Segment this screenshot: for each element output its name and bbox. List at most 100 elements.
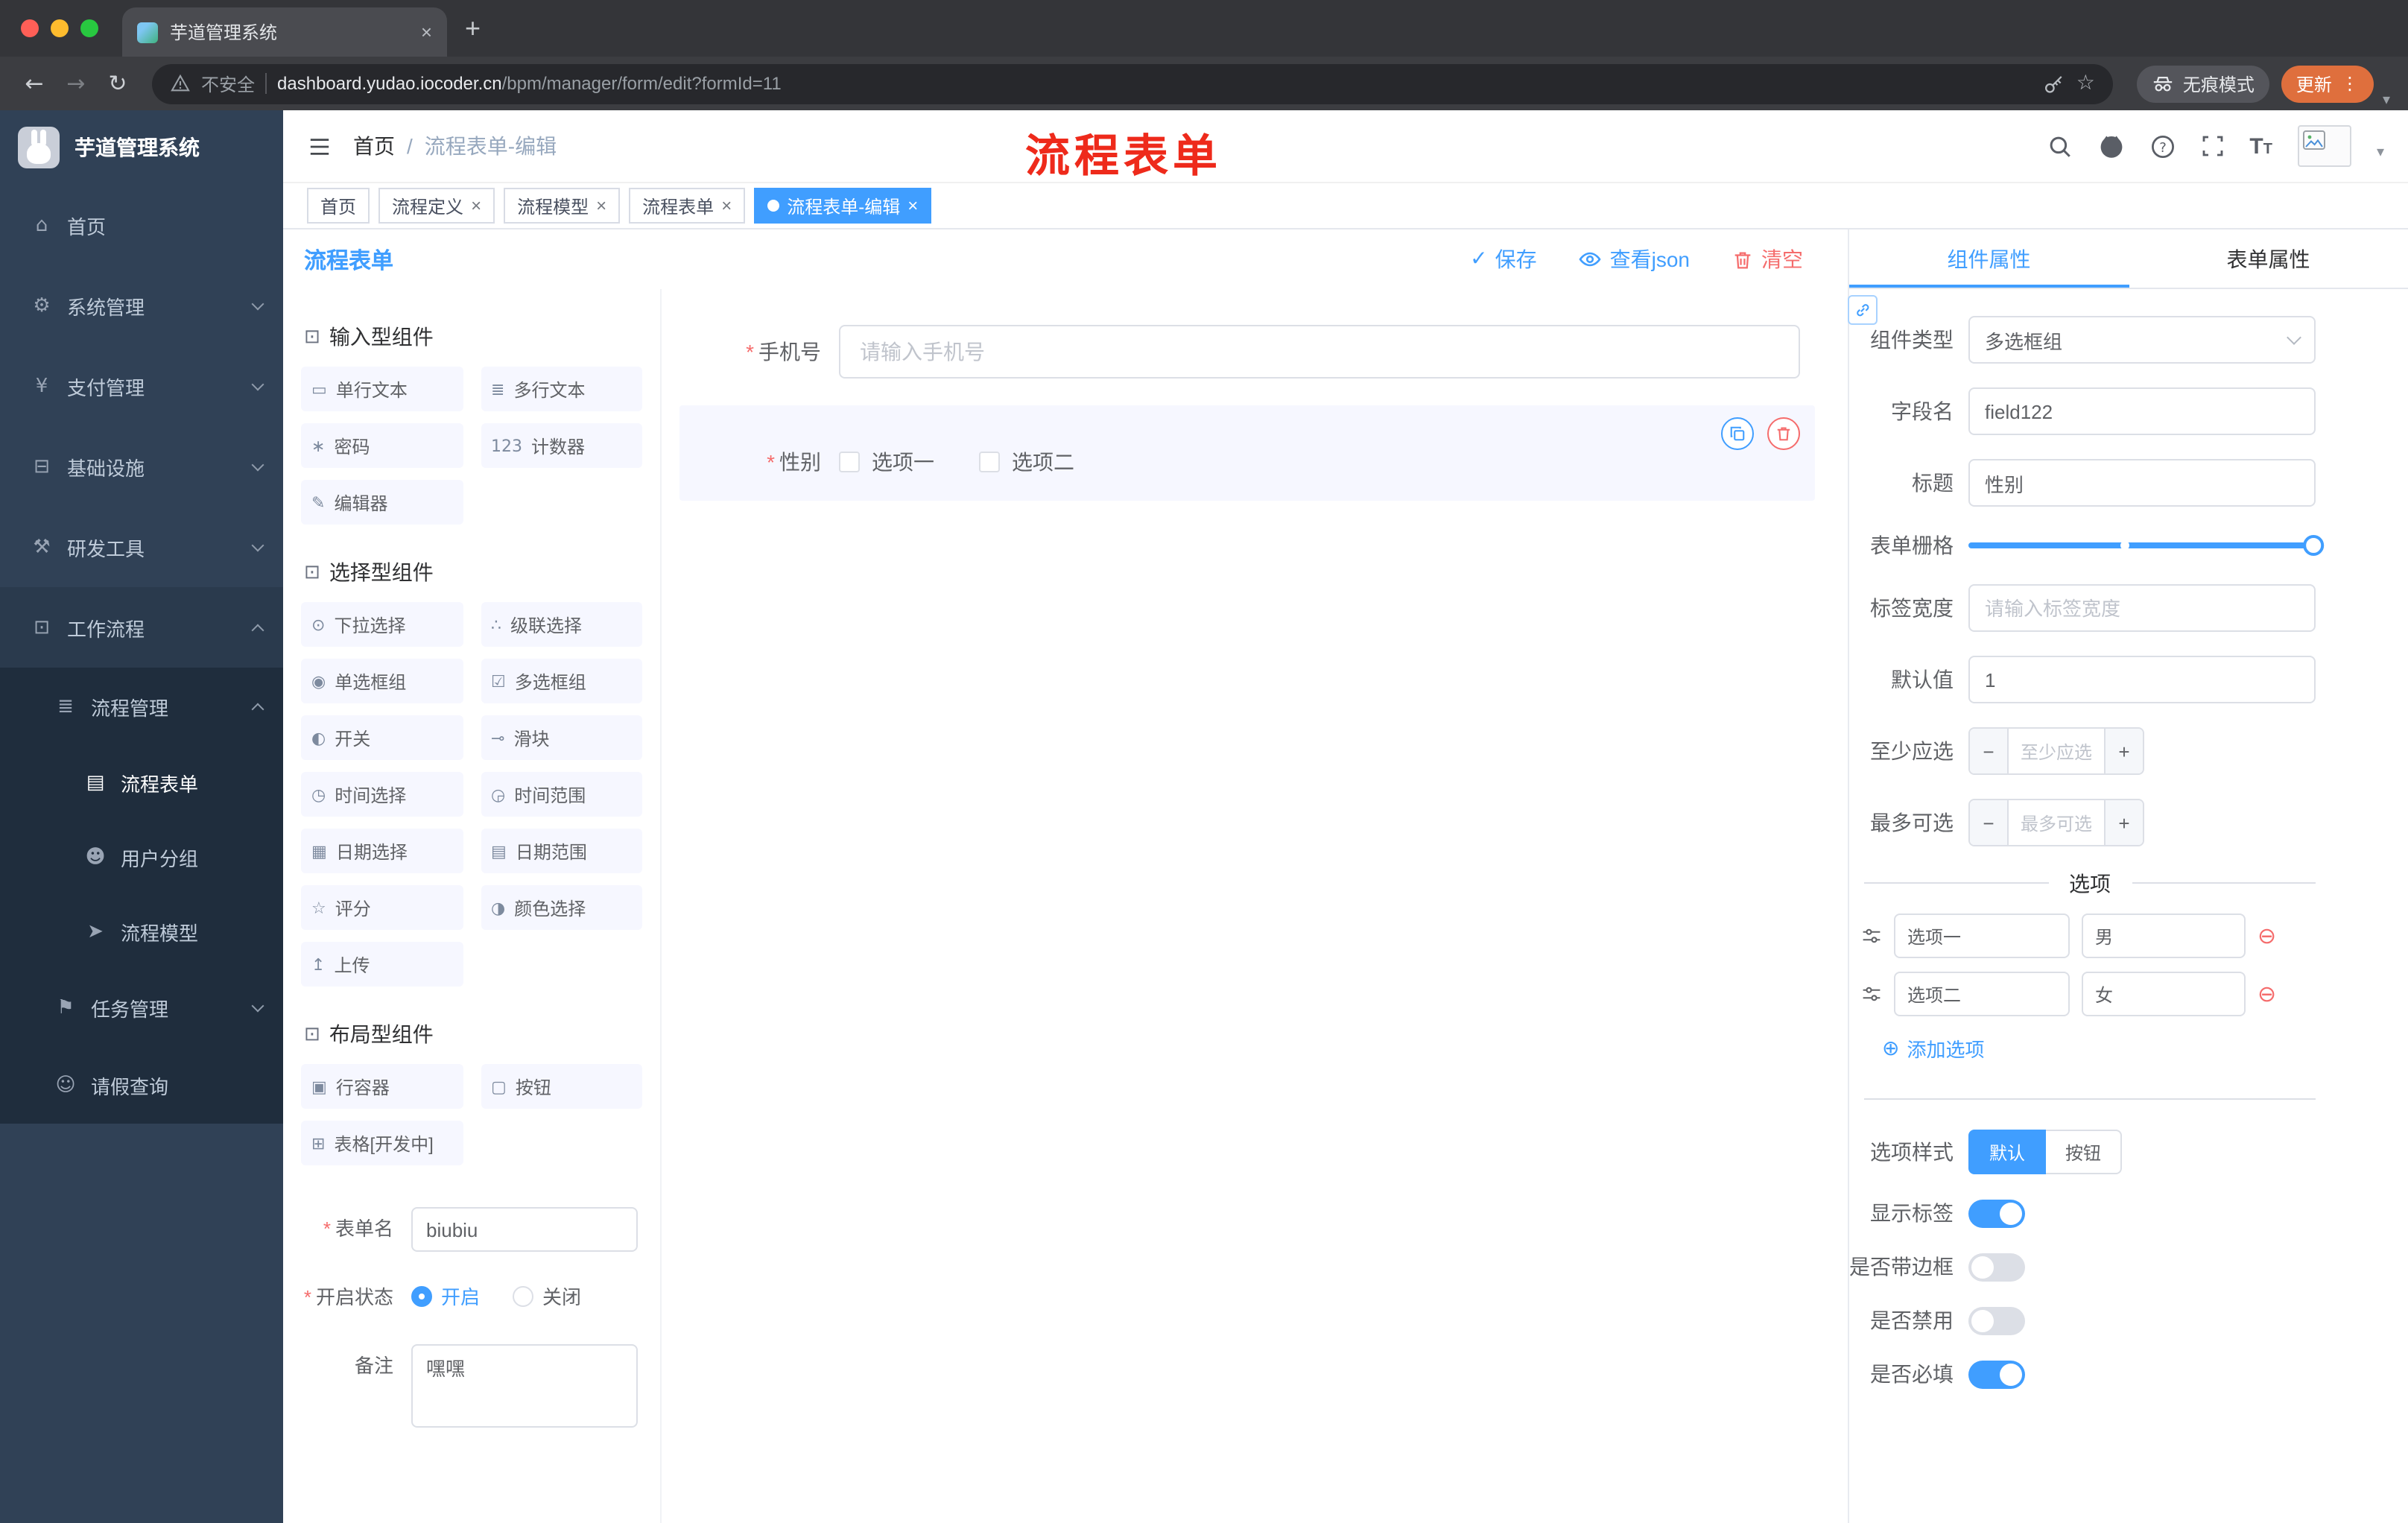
help-icon[interactable]: ? (2149, 133, 2175, 159)
tab-form-props[interactable]: 表单属性 (2129, 229, 2408, 288)
component-date-range[interactable]: ▤ 日期范围 (481, 829, 642, 873)
tag-close-icon[interactable]: × (907, 195, 918, 216)
component-multi-line-text[interactable]: ≣ 多行文本 (481, 367, 642, 411)
component-time-picker[interactable]: ◷ 时间选择 (301, 772, 463, 817)
remove-option-icon[interactable]: ⊖ (2258, 981, 2276, 1007)
avatar-caret-icon[interactable]: ▾ (2377, 145, 2384, 161)
tag-process-form-edit[interactable]: 流程表单-编辑 × (754, 188, 932, 224)
decrease-button[interactable]: − (1970, 800, 2009, 845)
sidebar-item-infrastructure[interactable]: ⊟ 基础设施 (0, 426, 283, 507)
component-radio-group[interactable]: ◉ 单选框组 (301, 659, 463, 703)
sidebar-item-workflow[interactable]: ⊡ 工作流程 (0, 587, 283, 668)
gender-option-1-checkbox[interactable]: 选项一 (839, 447, 934, 477)
security-label[interactable]: 不安全 (201, 71, 255, 96)
increase-button[interactable]: + (2104, 800, 2143, 845)
component-counter[interactable]: 123 计数器 (481, 423, 642, 468)
browser-menu-icon[interactable]: ⋮ (2341, 73, 2359, 94)
tab-component-props[interactable]: 组件属性 (1849, 229, 2129, 288)
component-upload[interactable]: ↥ 上传 (301, 942, 463, 987)
sidebar-item-system[interactable]: ⚙ 系统管理 (0, 265, 283, 346)
copy-item-button[interactable] (1721, 417, 1754, 450)
option-value-input[interactable] (2082, 914, 2246, 958)
save-button[interactable]: ✓ 保存 (1470, 244, 1536, 274)
tag-home[interactable]: 首页 (307, 188, 370, 224)
reload-button[interactable]: ↻ (98, 70, 137, 97)
canvas-item-phone[interactable]: 手机号 (679, 307, 1815, 396)
font-size-icon[interactable]: TT (2249, 135, 2272, 157)
url-text[interactable]: dashboard.yudao.iocoder.cn/bpm/manager/f… (277, 73, 2033, 94)
component-type-select[interactable]: 多选框组 (1968, 316, 2316, 364)
tab-close-icon[interactable]: × (421, 21, 432, 43)
new-tab-button[interactable]: + (465, 13, 481, 44)
sidebar-item-leave-query[interactable]: ☺ 请假查询 (0, 1046, 283, 1124)
sidebar-item-home[interactable]: ⌂ 首页 (0, 185, 283, 265)
browser-tab[interactable]: 芋道管理系统 × (122, 7, 447, 57)
component-single-line-text[interactable]: ▭ 单行文本 (301, 367, 463, 411)
slider-handle[interactable] (2303, 535, 2325, 556)
form-name-input[interactable] (411, 1207, 638, 1252)
chrome-caret-icon[interactable]: ▾ (2383, 92, 2390, 109)
status-off-radio[interactable]: 关闭 (513, 1276, 581, 1320)
field-name-input[interactable] (1968, 387, 2316, 435)
forward-button[interactable]: → (57, 70, 95, 97)
component-switch[interactable]: ◐ 开关 (301, 715, 463, 760)
tag-close-icon[interactable]: × (596, 195, 606, 216)
sidebar-item-devtools[interactable]: ⚒ 研发工具 (0, 507, 283, 587)
password-key-icon[interactable] (2044, 72, 2066, 95)
component-editor[interactable]: ✎ 编辑器 (301, 480, 463, 525)
sidebar-item-user-group[interactable]: ☻ 用户分组 (0, 820, 283, 894)
window-minimize-button[interactable] (51, 19, 69, 37)
window-close-button[interactable] (21, 19, 39, 37)
update-button[interactable]: 更新 ⋮ (2281, 65, 2374, 102)
decrease-button[interactable]: − (1970, 729, 2009, 773)
min-select-value[interactable]: 至少应选 (2009, 729, 2104, 773)
drag-handle-icon[interactable] (1861, 984, 1882, 1004)
gender-option-2-checkbox[interactable]: 选项二 (979, 447, 1074, 477)
app-logo[interactable]: 芋道管理系统 (0, 110, 283, 185)
fullscreen-icon[interactable] (2200, 134, 2224, 158)
component-button[interactable]: ▢ 按钮 (481, 1064, 642, 1109)
option-name-input[interactable] (1894, 914, 2070, 958)
breadcrumb-home[interactable]: 首页 (353, 131, 395, 161)
address-bar[interactable]: 不安全 dashboard.yudao.iocoder.cn/bpm/manag… (152, 63, 2113, 104)
sidebar-item-process-management[interactable]: ≣ 流程管理 (0, 668, 283, 745)
sidebar-item-task-management[interactable]: ⚑ 任务管理 (0, 969, 283, 1046)
label-width-input[interactable] (1968, 584, 2316, 632)
default-value-input[interactable] (1968, 656, 2316, 703)
increase-button[interactable]: + (2104, 729, 2143, 773)
status-on-radio[interactable]: 开启 (411, 1276, 480, 1320)
tag-process-definition[interactable]: 流程定义 × (378, 188, 495, 224)
sidebar-item-process-form[interactable]: ▤ 流程表单 (0, 745, 283, 820)
back-button[interactable]: ← (15, 70, 54, 97)
grid-slider[interactable] (1968, 535, 2325, 556)
style-default-button[interactable]: 默认 (1968, 1130, 2047, 1174)
tag-close-icon[interactable]: × (721, 195, 732, 216)
github-icon[interactable] (2097, 133, 2124, 159)
sidebar-item-process-model[interactable]: ➤ 流程模型 (0, 894, 283, 969)
component-color-picker[interactable]: ◑ 颜色选择 (481, 885, 642, 930)
tag-process-form[interactable]: 流程表单 × (629, 188, 746, 224)
component-slider[interactable]: ⊸ 滑块 (481, 715, 642, 760)
component-rate[interactable]: ☆ 评分 (301, 885, 463, 930)
avatar[interactable] (2297, 125, 2351, 167)
component-cascader[interactable]: ∴ 级联选择 (481, 602, 642, 647)
show-label-switch[interactable] (1968, 1199, 2025, 1227)
component-password[interactable]: ∗ 密码 (301, 423, 463, 468)
disabled-switch[interactable] (1968, 1306, 2025, 1334)
component-select[interactable]: ⊙ 下拉选择 (301, 602, 463, 647)
sidebar-toggle-icon[interactable] (307, 135, 332, 157)
remove-option-icon[interactable]: ⊖ (2258, 922, 2276, 949)
delete-item-button[interactable] (1767, 417, 1800, 450)
component-table[interactable]: ⊞ 表格[开发中] (301, 1121, 463, 1165)
doc-link-button[interactable] (1848, 295, 1878, 325)
component-row-container[interactable]: ▣ 行容器 (301, 1064, 463, 1109)
option-value-input[interactable] (2082, 972, 2246, 1016)
window-zoom-button[interactable] (80, 19, 98, 37)
component-checkbox-group[interactable]: ☑ 多选框组 (481, 659, 642, 703)
form-remark-textarea[interactable]: 嘿嘿 (411, 1344, 638, 1428)
title-input[interactable] (1968, 459, 2316, 507)
bookmark-star-icon[interactable]: ☆ (2076, 72, 2095, 95)
phone-field-input[interactable] (839, 325, 1800, 379)
style-button-button[interactable]: 按钮 (2046, 1130, 2123, 1174)
search-icon[interactable] (2047, 133, 2072, 159)
